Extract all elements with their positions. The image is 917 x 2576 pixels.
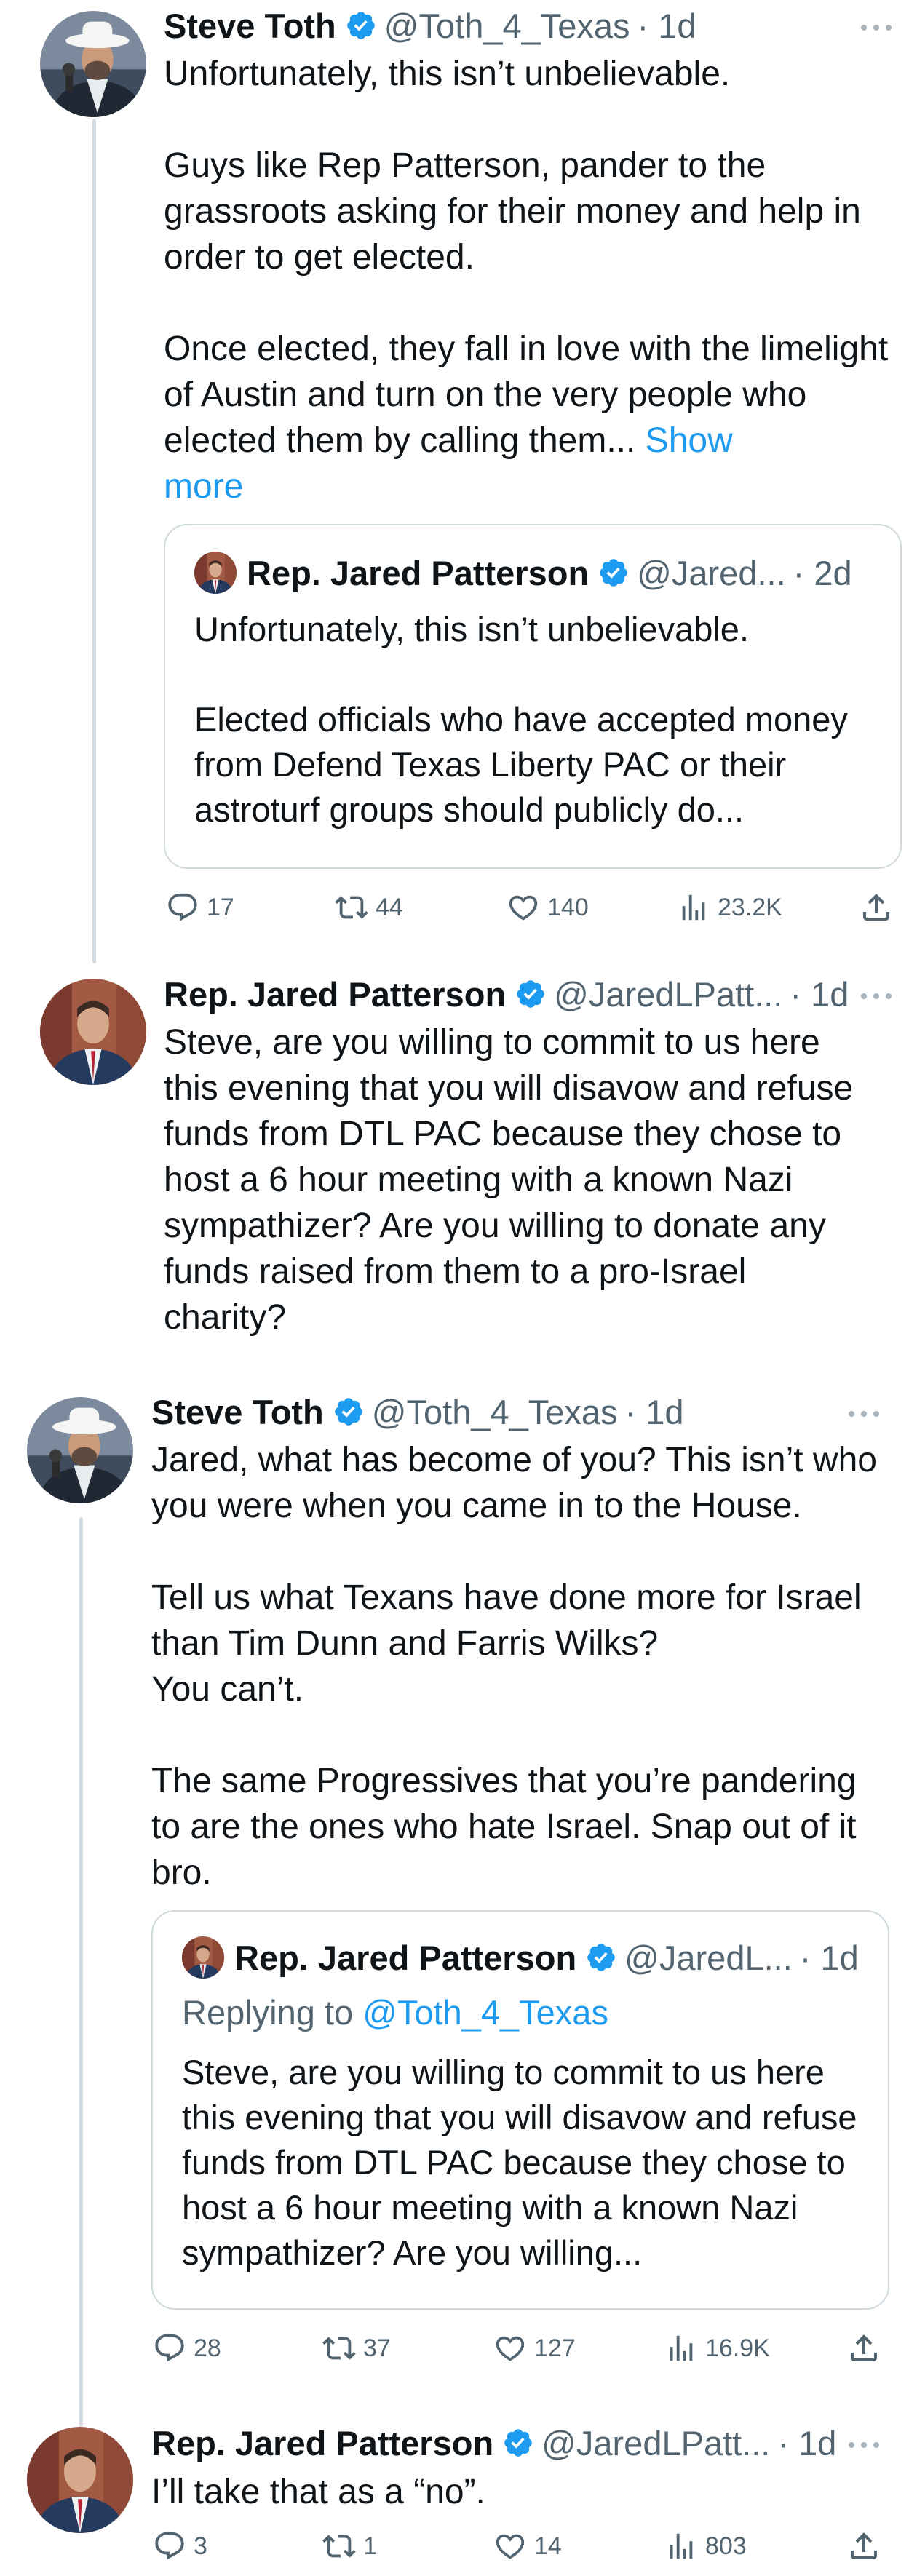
steve-toth-avatar-image bbox=[40, 11, 146, 117]
more-options-icon[interactable] bbox=[859, 23, 894, 33]
tweet-text: I’ll take that as a “no”. bbox=[151, 2473, 485, 2511]
view-count: 16.9K bbox=[705, 2334, 770, 2362]
views-button[interactable]: 803 bbox=[664, 2528, 747, 2564]
more-options-icon[interactable] bbox=[859, 991, 894, 1001]
author-handle[interactable]: @Toth_4_Texas bbox=[384, 6, 630, 46]
reply-icon bbox=[166, 891, 199, 924]
share-icon[interactable] bbox=[859, 890, 894, 925]
share-icon[interactable] bbox=[846, 2529, 881, 2564]
repost-button[interactable]: 44 bbox=[335, 889, 403, 926]
verified-icon bbox=[345, 9, 377, 41]
verified-icon bbox=[502, 2427, 534, 2459]
author-handle[interactable]: @JaredLPatt... bbox=[554, 974, 782, 1014]
author-name[interactable]: Rep. Jared Patterson bbox=[151, 2423, 493, 2463]
quoted-author-handle: @JaredL... bbox=[624, 1938, 793, 1977]
quoted-tweet-time: · 1d bbox=[799, 1938, 859, 1977]
views-icon bbox=[664, 2529, 698, 2563]
views-icon bbox=[664, 2331, 698, 2365]
author-name[interactable]: Steve Toth bbox=[151, 1392, 324, 1432]
like-count: 127 bbox=[534, 2334, 576, 2362]
quoted-avatar bbox=[194, 552, 237, 594]
quoted-tweet-text: Steve, are you willing to commit to us h… bbox=[182, 2053, 857, 2272]
avatar[interactable] bbox=[40, 979, 146, 1085]
like-count: 140 bbox=[547, 893, 589, 921]
author-handle[interactable]: @JaredLPatt... bbox=[541, 2423, 770, 2463]
like-icon bbox=[493, 2529, 527, 2563]
quoted-author-handle: @Jared... bbox=[637, 553, 786, 592]
jared-patterson-avatar-image bbox=[40, 979, 146, 1085]
tweet-time[interactable]: · 1d bbox=[638, 6, 696, 46]
like-icon bbox=[507, 891, 540, 924]
reply-count: 28 bbox=[194, 2334, 221, 2362]
author-handle[interactable]: @Toth_4_Texas bbox=[372, 1392, 618, 1432]
quoted-tweet[interactable]: Rep. Jared Patterson @Jared... · 2d Unfo… bbox=[164, 524, 902, 869]
view-count: 23.2K bbox=[718, 893, 782, 921]
repost-icon bbox=[322, 2331, 356, 2365]
thread-connector bbox=[79, 1517, 83, 2427]
like-button[interactable]: 127 bbox=[493, 2330, 576, 2366]
quoted-tweet[interactable]: Rep. Jared Patterson @JaredL... · 1d Rep… bbox=[151, 1910, 889, 2310]
quoted-tweet-text: Unfortunately, this isn’t unbelievable. … bbox=[194, 610, 848, 829]
repost-icon bbox=[335, 891, 368, 924]
more-options-icon[interactable] bbox=[846, 1409, 881, 1419]
reply-button[interactable]: 17 bbox=[166, 889, 234, 926]
view-count: 803 bbox=[705, 2532, 747, 2560]
replying-to: Replying to @Toth_4_Texas bbox=[182, 1990, 866, 2035]
repost-icon bbox=[322, 2529, 356, 2563]
like-icon bbox=[493, 2331, 527, 2365]
tweet-text-body: Unfortunately, this isn’t unbelievable. … bbox=[164, 55, 889, 460]
views-button[interactable]: 16.9K bbox=[664, 2330, 770, 2366]
avatar[interactable] bbox=[27, 2427, 133, 2533]
views-button[interactable]: 23.2K bbox=[677, 889, 782, 926]
verified-icon bbox=[515, 978, 547, 1010]
repost-count: 37 bbox=[363, 2334, 391, 2362]
avatar[interactable] bbox=[27, 1397, 133, 1503]
tweet-text: Jared, what has become of you? This isn’… bbox=[151, 1441, 877, 1892]
jared-patterson-avatar-image bbox=[194, 552, 237, 594]
reply-button[interactable]: 3 bbox=[153, 2528, 207, 2564]
tweet-time[interactable]: · 1d bbox=[625, 1392, 684, 1432]
more-options-icon[interactable] bbox=[846, 2440, 881, 2450]
reply-count: 3 bbox=[194, 2532, 207, 2560]
reply-count: 17 bbox=[207, 893, 234, 921]
reply-icon bbox=[153, 2529, 186, 2563]
quoted-author-name: Rep. Jared Patterson bbox=[234, 1938, 577, 1977]
tweet-time[interactable]: · 1d bbox=[777, 2423, 836, 2463]
like-button[interactable]: 14 bbox=[493, 2528, 562, 2564]
views-icon bbox=[677, 891, 710, 924]
jared-patterson-avatar-image bbox=[182, 1936, 224, 1979]
like-button[interactable]: 140 bbox=[507, 889, 589, 926]
quoted-tweet-time: · 2d bbox=[793, 553, 852, 592]
verified-icon bbox=[333, 1396, 365, 1428]
replying-to-handle[interactable]: @Toth_4_Texas bbox=[362, 1993, 608, 2032]
tweet-time[interactable]: · 1d bbox=[790, 974, 849, 1014]
thread-connector bbox=[92, 119, 96, 963]
quoted-avatar bbox=[182, 1936, 224, 1979]
tweet-text: Unfortunately, this isn’t unbelievable. … bbox=[164, 51, 899, 509]
repost-count: 44 bbox=[376, 893, 403, 921]
author-name[interactable]: Steve Toth bbox=[164, 6, 336, 46]
replying-to-label: Replying to bbox=[182, 1993, 354, 2032]
repost-button[interactable]: 37 bbox=[322, 2330, 391, 2366]
verified-icon bbox=[585, 1941, 617, 1973]
tweet-text: Steve, are you willing to commit to us h… bbox=[164, 1023, 854, 1337]
jared-patterson-avatar-image bbox=[27, 2427, 133, 2533]
steve-toth-avatar-image bbox=[27, 1397, 133, 1503]
quoted-author-name: Rep. Jared Patterson bbox=[247, 553, 590, 592]
like-count: 14 bbox=[534, 2532, 562, 2560]
avatar[interactable] bbox=[40, 11, 146, 117]
repost-button[interactable]: 1 bbox=[322, 2528, 377, 2564]
verified-icon bbox=[598, 557, 630, 589]
reply-icon bbox=[153, 2331, 186, 2365]
share-icon[interactable] bbox=[846, 2331, 881, 2366]
repost-count: 1 bbox=[363, 2532, 377, 2560]
reply-button[interactable]: 28 bbox=[153, 2330, 221, 2366]
author-name[interactable]: Rep. Jared Patterson bbox=[164, 974, 506, 1014]
